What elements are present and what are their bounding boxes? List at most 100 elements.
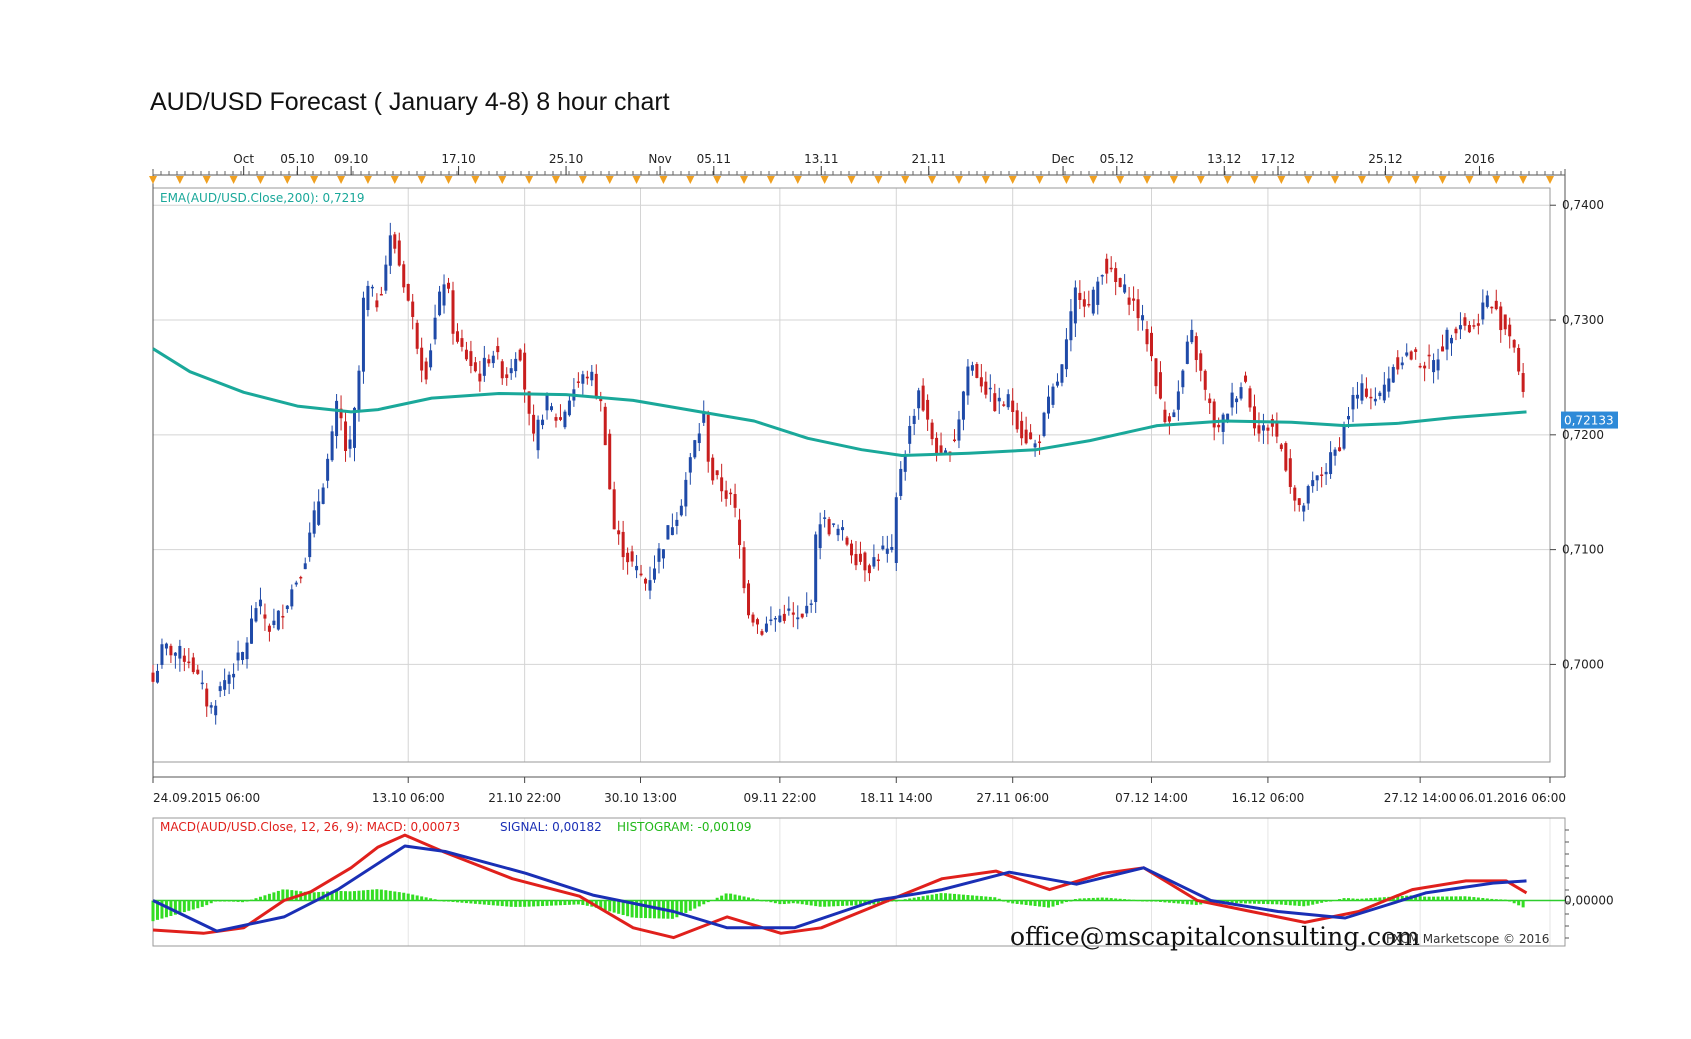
candle-body xyxy=(1279,444,1283,449)
candle-body xyxy=(294,582,298,585)
candle-body xyxy=(1503,314,1507,330)
candle-body xyxy=(711,457,715,481)
candle-body xyxy=(567,400,571,416)
candle-body xyxy=(317,501,321,525)
candle-body xyxy=(841,527,845,531)
candle-body xyxy=(420,347,424,371)
histogram-bar xyxy=(984,896,988,901)
candle xyxy=(258,587,262,615)
candle xyxy=(303,557,307,570)
candle xyxy=(1141,304,1145,331)
candle-body xyxy=(1042,412,1046,436)
candle-body xyxy=(442,284,446,306)
candle xyxy=(661,549,665,569)
candle-body xyxy=(581,374,585,384)
candle xyxy=(1105,253,1109,284)
candle-body xyxy=(536,419,540,451)
histogram-bar xyxy=(841,900,845,906)
top-axis-label: Dec xyxy=(1051,152,1074,166)
candle xyxy=(693,439,697,460)
histogram-bar xyxy=(241,900,245,903)
candle-body xyxy=(827,519,831,535)
bottom-date-axis: 24.09.2015 06:00 13.10 06:00 21.10 22:00 30… xyxy=(152,777,1566,805)
candle-body xyxy=(545,394,549,411)
candle-body xyxy=(335,400,339,437)
histogram-bar xyxy=(1369,898,1373,901)
histogram-bar xyxy=(729,893,733,901)
histogram-bar xyxy=(429,898,433,901)
candle-body xyxy=(361,297,365,372)
candle-body xyxy=(1418,365,1422,368)
candle xyxy=(796,605,800,630)
candle xyxy=(473,356,477,373)
candle-body xyxy=(724,490,728,499)
candle xyxy=(1190,319,1194,345)
candle xyxy=(1351,387,1355,423)
candle xyxy=(899,461,903,500)
candle xyxy=(173,652,177,669)
candle-body xyxy=(742,547,746,589)
candle xyxy=(563,409,567,430)
candle-body xyxy=(661,549,665,559)
histogram-bar xyxy=(424,897,428,901)
event-marker xyxy=(363,176,372,184)
candle xyxy=(308,522,312,562)
candle-body xyxy=(218,686,222,692)
candle xyxy=(939,432,943,454)
candle xyxy=(1508,317,1512,349)
candle-body xyxy=(1038,441,1042,444)
candle-body xyxy=(205,688,209,707)
candle xyxy=(424,357,428,385)
event-marker xyxy=(1438,176,1447,184)
candle xyxy=(836,524,840,542)
histogram-bar xyxy=(1029,900,1033,906)
histogram-bar xyxy=(850,900,853,906)
histogram-bar xyxy=(894,900,898,902)
candle-body xyxy=(160,644,164,665)
histogram-bar xyxy=(236,900,240,902)
histogram-bar xyxy=(1167,900,1171,903)
histogram-bar xyxy=(930,894,934,901)
histogram-bar xyxy=(912,897,916,901)
candle xyxy=(1172,409,1176,418)
candle xyxy=(375,293,379,312)
candle xyxy=(805,592,809,618)
histogram-bar xyxy=(1244,900,1248,904)
candle-body xyxy=(970,365,974,371)
candle-body xyxy=(344,421,348,451)
chart-svg: Oct 05.10 09.10 17.10 25.10 Nov 05.11 13.11 21.1… xyxy=(149,152,1618,951)
histogram-bar xyxy=(1463,896,1467,901)
candle-body xyxy=(702,412,706,423)
candle xyxy=(1109,256,1113,273)
candle xyxy=(1239,382,1243,401)
candle-body xyxy=(1060,364,1064,383)
candle xyxy=(1096,276,1100,315)
bottom-axis-label: 16.12 06:00 xyxy=(1232,791,1305,805)
candle-body xyxy=(375,300,379,308)
candle xyxy=(652,555,656,583)
candle-body xyxy=(782,613,786,621)
event-marker xyxy=(1008,176,1017,184)
histogram-bar xyxy=(218,900,222,902)
histogram-bar xyxy=(845,900,849,906)
candle-body xyxy=(755,619,759,625)
histogram-bar xyxy=(939,893,943,901)
candle xyxy=(209,702,213,714)
histogram-bar xyxy=(1149,900,1153,902)
event-marker xyxy=(417,176,426,184)
candle-body xyxy=(1391,366,1395,383)
top-axis-label: Nov xyxy=(648,152,671,166)
event-marker xyxy=(1143,176,1152,184)
candle xyxy=(881,536,885,551)
candle xyxy=(1400,356,1404,370)
candle xyxy=(1149,326,1153,362)
candle-body xyxy=(1096,281,1100,305)
histogram-bar xyxy=(1020,900,1024,905)
histogram-bar xyxy=(921,896,925,901)
top-date-axis: Oct 05.10 09.10 17.10 25.10 Nov 05.11 13.11 21.1… xyxy=(149,152,1562,184)
candle-body xyxy=(1400,362,1404,366)
event-marker xyxy=(766,176,775,184)
histogram-bar xyxy=(1512,900,1516,904)
candle xyxy=(1082,291,1086,318)
candle xyxy=(1051,383,1055,408)
